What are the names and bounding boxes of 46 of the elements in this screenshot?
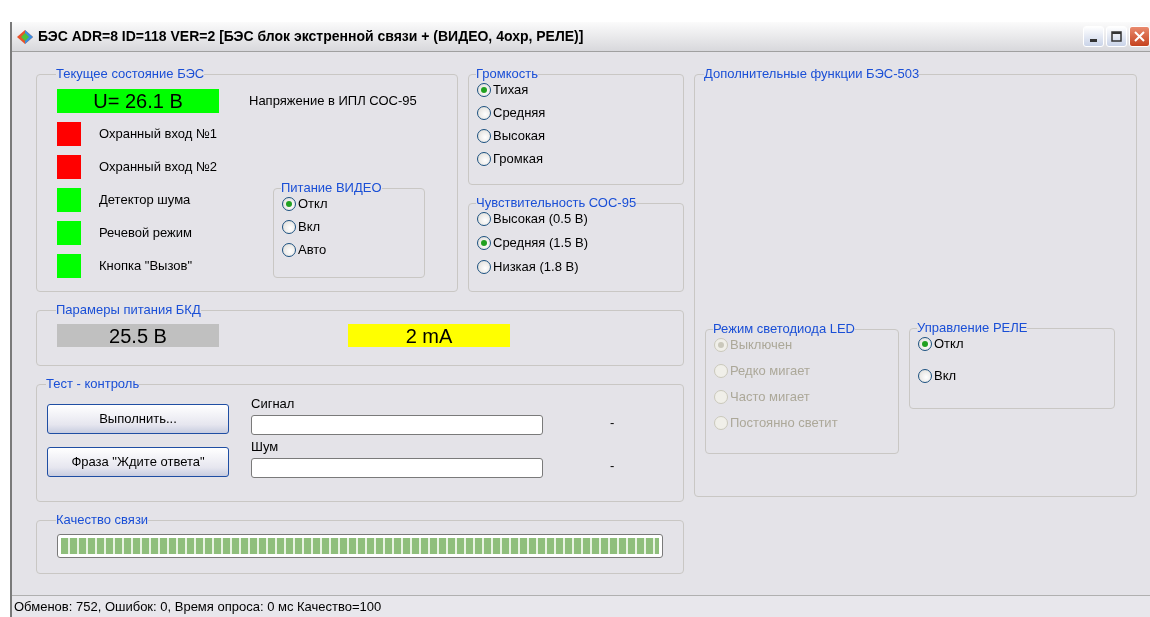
group-title: Питание ВИДЕО bbox=[281, 180, 382, 196]
reading-display: 2 mA bbox=[348, 324, 510, 347]
indicator-label: Охранный вход №1 bbox=[99, 125, 218, 144]
radio-option[interactable]: Тихая bbox=[477, 82, 675, 98]
group-title: Громкость bbox=[476, 66, 538, 82]
reading-display: 25.5 В bbox=[57, 324, 219, 347]
radio-option[interactable]: Высокая (0.5 В) bbox=[477, 211, 675, 227]
group-title: Качество связи bbox=[56, 512, 149, 528]
meter-label: Шум bbox=[251, 439, 280, 455]
action-button[interactable]: Фраза "Ждите ответа" bbox=[47, 447, 229, 477]
group-title: Дополнительные функции БЭС-503 bbox=[704, 66, 920, 82]
action-button[interactable]: Выполнить... bbox=[47, 404, 229, 434]
voltage-label: Напряжение в ИПЛ СОС-95 bbox=[249, 92, 417, 111]
meter-reading: - bbox=[610, 456, 615, 475]
voltage-display: U= 26.1 В bbox=[57, 89, 219, 113]
indicator-label: Охранный вход №2 bbox=[99, 158, 218, 177]
radio-option[interactable]: Откл bbox=[918, 336, 1106, 352]
maximize-icon bbox=[1111, 31, 1122, 42]
group-title: Управление РЕЛЕ bbox=[917, 320, 1028, 336]
indicator-label: Речевой режим bbox=[99, 224, 192, 243]
group-title: Парамеры питания БКД bbox=[56, 302, 201, 318]
radio-option[interactable]: Вкл bbox=[918, 368, 1106, 384]
group-title: Текущее состояние БЭС bbox=[56, 66, 205, 82]
minimize-icon bbox=[1090, 39, 1097, 42]
radio-option[interactable]: Высокая bbox=[477, 128, 675, 144]
radio-option[interactable]: Средняя bbox=[477, 105, 675, 121]
close-button[interactable] bbox=[1129, 26, 1150, 47]
radio-option[interactable]: Вкл bbox=[282, 219, 416, 235]
maximize-button[interactable] bbox=[1106, 26, 1127, 47]
status-text: Обменов: 752, Ошибок: 0, Время опроса: 0 мс Качество=100 bbox=[14, 597, 382, 616]
app-icon bbox=[16, 28, 34, 45]
radio-option[interactable]: Громкая bbox=[477, 151, 675, 167]
indicator-label: Кнопка "Вызов" bbox=[99, 257, 193, 276]
indicator-label: Детектор шума bbox=[99, 191, 191, 210]
radio-option[interactable]: Авто bbox=[282, 242, 416, 258]
group-title: Режим светодиода LED bbox=[713, 321, 855, 337]
meter-reading: - bbox=[610, 413, 615, 432]
radio-option[interactable]: Средняя (1.5 В) bbox=[477, 235, 675, 251]
group-title: Чувствительность СОС-95 bbox=[476, 195, 637, 211]
minimize-button[interactable] bbox=[1083, 26, 1104, 47]
group-title: Тест - контроль bbox=[46, 376, 140, 392]
radio-option[interactable]: Низкая (1.8 В) bbox=[477, 259, 675, 275]
close-icon bbox=[1134, 31, 1145, 42]
radio-option[interactable]: Откл bbox=[282, 196, 416, 212]
meter-label: Сигнал bbox=[251, 396, 296, 412]
window-title: БЭС ADR=8 ID=118 VER=2 [БЭС блок экстренной связи + (ВИДЕО, 4охр, РЕЛЕ)] bbox=[38, 27, 584, 46]
